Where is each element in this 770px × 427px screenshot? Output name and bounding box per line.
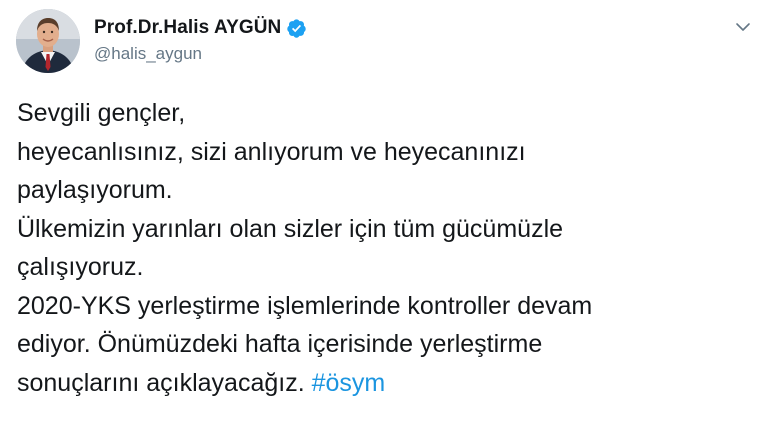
user-handle[interactable]: @halis_aygun <box>94 44 307 64</box>
tweet-line: sonuçlarını açıklayacağız. <box>17 368 305 397</box>
hashtag-link[interactable]: #ösym <box>312 369 386 397</box>
tweet-line: Ülkemizin yarınları olan sizler için tüm… <box>17 214 564 243</box>
tweet-line: paylaşıyorum. <box>17 176 173 204</box>
tweet-line: heyecanlısınız, sizi anlıyorum ve heyeca… <box>17 137 526 166</box>
tweet: Prof.Dr.Halis AYGÜN @halis_aygun Sevgili… <box>0 0 770 427</box>
avatar-image <box>16 9 80 73</box>
name-row: Prof.Dr.Halis AYGÜN <box>94 14 307 42</box>
tweet-line: çalışıyoruz. <box>17 253 144 281</box>
display-name[interactable]: Prof.Dr.Halis AYGÜN <box>94 17 281 39</box>
tweet-line: ediyor. Önümüzdeki hafta içerisinde yerl… <box>17 330 543 358</box>
avatar[interactable] <box>16 9 80 73</box>
tweet-line: Sevgili gençler, <box>17 99 186 127</box>
tweet-header: Prof.Dr.Halis AYGÜN @halis_aygun <box>94 14 307 64</box>
tweet-text: Sevgili gençler, heyecanlısınız, sizi an… <box>17 94 757 402</box>
tweet-line: 2020-YKS yerleştirme işlemlerinde kontro… <box>17 291 593 320</box>
tweet-line-last: sonuçlarını açıklayacağız. #ösym <box>17 364 757 403</box>
verified-badge-icon <box>287 18 307 38</box>
chevron-down-icon[interactable] <box>734 18 752 36</box>
